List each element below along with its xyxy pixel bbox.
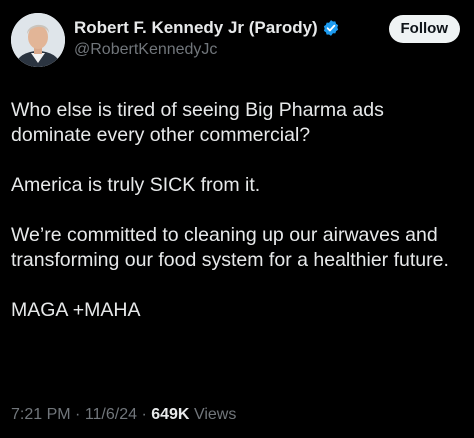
tweet-paragraph: We’re committed to cleaning up our airwa… — [11, 224, 449, 271]
meta-separator: · — [137, 406, 152, 423]
tweet-paragraph: MAGA +MAHA — [11, 299, 141, 321]
follow-button[interactable]: Follow — [388, 15, 460, 43]
display-name[interactable]: Robert F. Kennedy Jr (Parody) — [74, 18, 318, 38]
author-names: Robert F. Kennedy Jr (Parody) @RobertKen… — [74, 18, 340, 59]
views-label: Views — [193, 406, 237, 423]
tweet-meta: 7:21 PM · 11/6/24 · 649K Views — [11, 406, 236, 424]
verified-badge-icon — [322, 19, 340, 37]
meta-separator: · — [70, 406, 85, 423]
tweet-paragraph: America is truly SICK from it. — [11, 174, 261, 196]
tweet-header: Robert F. Kennedy Jr (Parody) @RobertKen… — [11, 13, 463, 71]
tweet-card: Robert F. Kennedy Jr (Parody) @RobertKen… — [0, 0, 474, 438]
tweet-date[interactable]: 11/6/24 — [85, 406, 137, 423]
views-count: 649K — [151, 406, 190, 423]
author-handle[interactable]: @RobertKennedyJc — [74, 41, 340, 59]
tweet-paragraph: Who else is tired of seeing Big Pharma a… — [11, 99, 384, 146]
avatar[interactable] — [11, 13, 65, 67]
tweet-text: Who else is tired of seeing Big Pharma a… — [11, 98, 466, 323]
display-name-row: Robert F. Kennedy Jr (Parody) — [74, 18, 340, 38]
avatar-image — [11, 13, 65, 67]
tweet-time[interactable]: 7:21 PM — [11, 406, 71, 423]
